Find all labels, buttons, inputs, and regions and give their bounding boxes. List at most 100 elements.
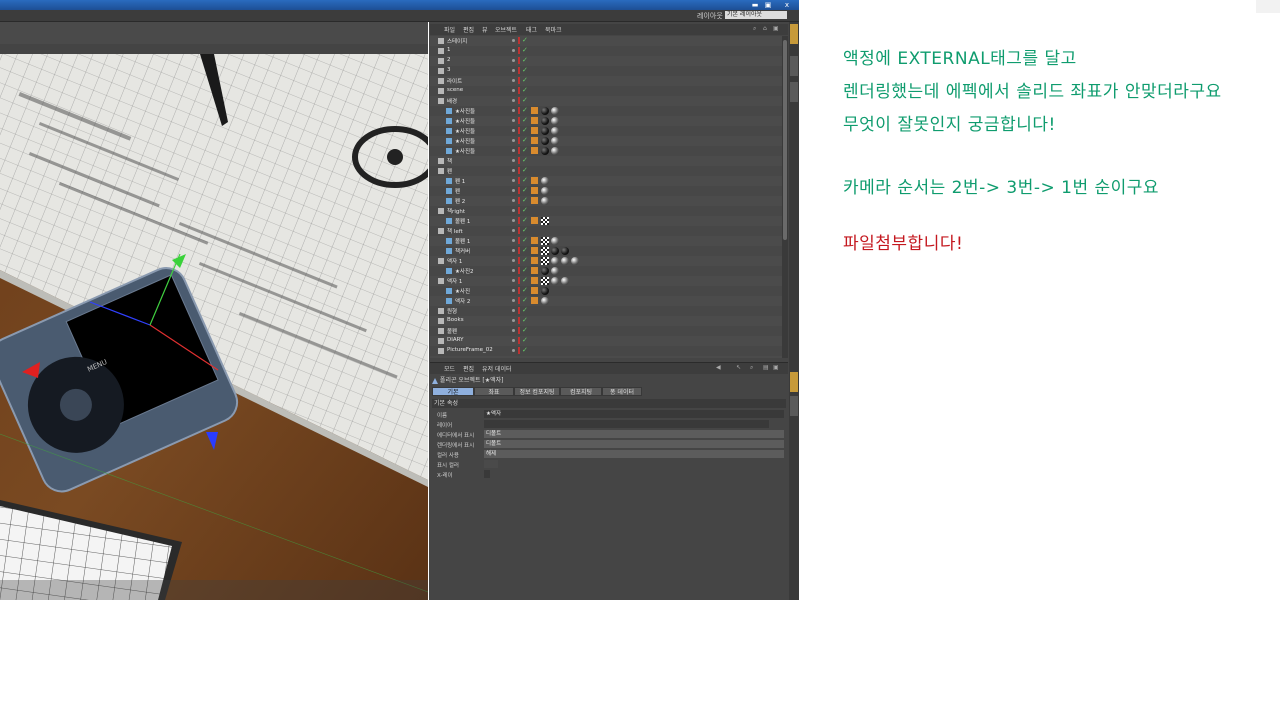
object-row[interactable]: 펜 2 ✓ bbox=[430, 196, 782, 206]
object-name[interactable]: 책 bbox=[447, 157, 452, 165]
phong-tag-icon[interactable] bbox=[531, 277, 538, 284]
visibility-toggle-icon[interactable] bbox=[518, 237, 520, 244]
material-tag-icon[interactable] bbox=[571, 257, 579, 265]
visibility-toggle-icon[interactable] bbox=[518, 137, 520, 144]
material-tag-icon[interactable] bbox=[551, 247, 559, 255]
enabled-check-icon[interactable]: ✓ bbox=[522, 166, 528, 174]
property-dropdown[interactable]: 디폴트 bbox=[484, 430, 784, 438]
new-window-icon[interactable]: ▣ bbox=[773, 364, 779, 371]
om-menu-objects[interactable]: 오브젝트 bbox=[495, 25, 517, 34]
am-menu-mode[interactable]: 모드 bbox=[444, 364, 455, 373]
layer-dot-icon[interactable] bbox=[512, 79, 515, 82]
object-name[interactable]: PictureFrame_02 bbox=[447, 347, 493, 353]
material-tag-icon[interactable] bbox=[551, 147, 559, 155]
layer-dot-icon[interactable] bbox=[512, 289, 515, 292]
object-name[interactable]: ★사진들 bbox=[455, 107, 475, 115]
object-row[interactable]: 펜 1 ✓ bbox=[430, 176, 782, 186]
enabled-check-icon[interactable]: ✓ bbox=[522, 306, 528, 314]
object-name[interactable]: ★사진들 bbox=[455, 127, 475, 135]
material-tag-icon[interactable] bbox=[561, 277, 569, 285]
home-icon[interactable]: ⌂ bbox=[763, 25, 767, 32]
layer-dot-icon[interactable] bbox=[512, 279, 515, 282]
visibility-toggle-icon[interactable] bbox=[518, 87, 520, 94]
enabled-check-icon[interactable]: ✓ bbox=[522, 206, 528, 214]
layer-dot-icon[interactable] bbox=[512, 339, 515, 342]
layer-dot-icon[interactable] bbox=[512, 149, 515, 152]
object-name[interactable]: DIARY bbox=[447, 337, 463, 343]
material-tag-icon[interactable] bbox=[551, 127, 559, 135]
phong-tag-icon[interactable] bbox=[531, 147, 538, 154]
layer-dot-icon[interactable] bbox=[512, 129, 515, 132]
om-menu-edit[interactable]: 편집 bbox=[463, 25, 474, 34]
visibility-toggle-icon[interactable] bbox=[518, 337, 520, 344]
phong-tag-icon[interactable] bbox=[531, 297, 538, 304]
enabled-check-icon[interactable]: ✓ bbox=[522, 236, 528, 244]
side-tab-structure[interactable] bbox=[790, 82, 798, 102]
enabled-check-icon[interactable]: ✓ bbox=[522, 96, 528, 104]
object-row[interactable]: 라이트 ✓ bbox=[430, 76, 782, 86]
object-row[interactable]: 볼펜 1 ✓ bbox=[430, 236, 782, 246]
phong-tag-icon[interactable] bbox=[531, 247, 538, 254]
object-name[interactable]: ★사진 bbox=[455, 287, 470, 295]
object-row[interactable]: 책right ✓ bbox=[430, 206, 782, 216]
phong-tag-icon[interactable] bbox=[531, 237, 538, 244]
enabled-check-icon[interactable]: ✓ bbox=[522, 346, 528, 354]
maximize-icon[interactable]: ▣ bbox=[763, 1, 773, 9]
material-tag-icon[interactable] bbox=[551, 257, 559, 265]
phong-tag-icon[interactable] bbox=[531, 107, 538, 114]
enabled-check-icon[interactable]: ✓ bbox=[522, 156, 528, 164]
om-menu-file[interactable]: 파일 bbox=[444, 25, 455, 34]
close-icon[interactable]: x bbox=[782, 1, 792, 9]
material-tag-icon[interactable] bbox=[541, 267, 549, 275]
phong-tag-icon[interactable] bbox=[531, 187, 538, 194]
object-row[interactable]: 스테이지 ✓ bbox=[430, 36, 782, 46]
object-row[interactable]: 2 ✓ bbox=[430, 56, 782, 66]
object-name[interactable]: 라이트 bbox=[447, 77, 462, 85]
object-name[interactable]: ★사진들 bbox=[455, 147, 475, 155]
visibility-toggle-icon[interactable] bbox=[518, 327, 520, 334]
layer-dot-icon[interactable] bbox=[512, 139, 515, 142]
scrollbar-thumb[interactable] bbox=[783, 40, 787, 240]
object-row[interactable]: 배경 ✓ bbox=[430, 96, 782, 106]
material-tag-icon[interactable] bbox=[541, 177, 549, 185]
object-name[interactable]: 스테이지 bbox=[447, 37, 467, 45]
phong-tag-icon[interactable] bbox=[531, 117, 538, 124]
object-row[interactable]: ★사진들 ✓ bbox=[430, 146, 782, 156]
object-name[interactable]: 펜 2 bbox=[455, 197, 465, 205]
visibility-toggle-icon[interactable] bbox=[518, 77, 520, 84]
enabled-check-icon[interactable]: ✓ bbox=[522, 136, 528, 144]
tab-phong-data[interactable]: 퐁 데이터 bbox=[602, 387, 642, 396]
object-name[interactable]: scene bbox=[447, 87, 463, 93]
material-tag-icon[interactable] bbox=[551, 107, 559, 115]
lock-icon[interactable]: ▤ bbox=[763, 364, 769, 371]
material-tag-icon[interactable] bbox=[541, 187, 549, 195]
material-tag-icon[interactable] bbox=[541, 197, 549, 205]
object-row[interactable]: ★사진 ✓ bbox=[430, 286, 782, 296]
visibility-toggle-icon[interactable] bbox=[518, 57, 520, 64]
visibility-toggle-icon[interactable] bbox=[518, 67, 520, 74]
phong-tag-icon[interactable] bbox=[531, 127, 538, 134]
om-menu-bookmarks[interactable]: 북마크 bbox=[545, 25, 562, 34]
object-row[interactable]: 원형 ✓ bbox=[430, 306, 782, 316]
layer-dot-icon[interactable] bbox=[512, 259, 515, 262]
material-tag-icon[interactable] bbox=[541, 107, 549, 115]
object-row[interactable]: ★사진들 ✓ bbox=[430, 126, 782, 136]
visibility-toggle-icon[interactable] bbox=[518, 287, 520, 294]
visibility-toggle-icon[interactable] bbox=[518, 227, 520, 234]
layer-dot-icon[interactable] bbox=[512, 219, 515, 222]
material-tag-icon[interactable] bbox=[561, 247, 569, 255]
enabled-check-icon[interactable]: ✓ bbox=[522, 196, 528, 204]
layer-dot-icon[interactable] bbox=[512, 159, 515, 162]
pointer-icon[interactable]: ↖ bbox=[736, 364, 741, 371]
object-name[interactable]: 배경 bbox=[447, 97, 457, 105]
enabled-check-icon[interactable]: ✓ bbox=[522, 336, 528, 344]
object-row[interactable]: Books ✓ bbox=[430, 316, 782, 326]
layer-dot-icon[interactable] bbox=[512, 99, 515, 102]
layer-dot-icon[interactable] bbox=[512, 239, 515, 242]
visibility-toggle-icon[interactable] bbox=[518, 297, 520, 304]
new-window-icon[interactable]: ▣ bbox=[773, 25, 779, 32]
layer-dot-icon[interactable] bbox=[512, 59, 515, 62]
search-icon[interactable]: ⌕ bbox=[753, 25, 756, 33]
enabled-check-icon[interactable]: ✓ bbox=[522, 266, 528, 274]
object-name[interactable]: 액자 1 bbox=[447, 277, 462, 285]
